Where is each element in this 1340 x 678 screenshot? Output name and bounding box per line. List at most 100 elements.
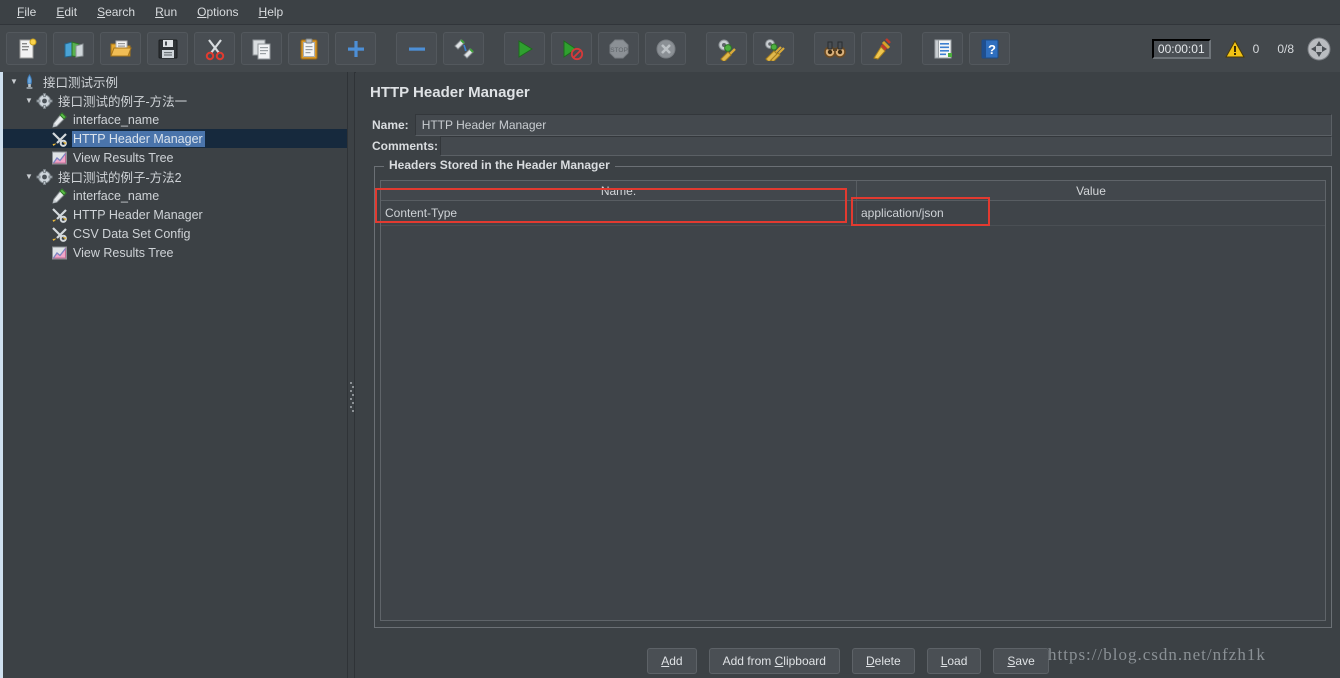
thread-group-gear-icon: [36, 92, 54, 109]
tree-expand-toggle-icon[interactable]: ▼: [22, 96, 36, 105]
name-input[interactable]: [414, 114, 1332, 136]
copy-icon: [250, 37, 274, 61]
menu-file[interactable]: File: [8, 2, 45, 22]
toggle-button[interactable]: [443, 32, 484, 65]
tree-node-thread-group-2[interactable]: ▼ 接口测试的例子-方法2: [3, 167, 347, 186]
save-headers-button[interactable]: Save: [993, 648, 1049, 674]
tree-node-label: View Results Tree: [73, 245, 174, 260]
thread-group-gear-icon: [36, 168, 54, 185]
sampler-pen-icon: [51, 187, 69, 204]
listener-chart-icon: [51, 245, 69, 261]
collapse-button[interactable]: [396, 32, 437, 65]
header-name-cell[interactable]: Content-Type: [381, 201, 857, 225]
shutdown-button[interactable]: [645, 32, 686, 65]
menu-search[interactable]: Search: [88, 2, 144, 22]
start-no-pauses-button[interactable]: [551, 32, 592, 65]
tree-node-sampler-1[interactable]: ▼ interface_name: [3, 110, 347, 129]
menu-help[interactable]: Help: [250, 2, 293, 22]
svg-text:?: ?: [988, 42, 996, 57]
search-button[interactable]: [814, 32, 855, 65]
plus-icon: [344, 37, 368, 61]
templates-icon: [62, 37, 86, 61]
page-title: HTTP Header Manager: [370, 84, 530, 101]
sampler-pen-icon: [51, 111, 69, 128]
column-header-name[interactable]: Name:: [381, 181, 857, 200]
start-button[interactable]: [504, 32, 545, 65]
column-header-value[interactable]: Value: [857, 181, 1325, 200]
tree-leaf-spacer: ▼: [37, 153, 51, 162]
tree-node-label: HTTP Header Manager: [72, 130, 205, 147]
expand-button[interactable]: [335, 32, 376, 65]
help-button[interactable]: ?: [969, 32, 1010, 65]
name-label: Name:: [370, 114, 415, 136]
connection-circle-icon[interactable]: [1306, 36, 1332, 62]
tree-leaf-spacer: ▼: [37, 115, 51, 124]
toggle-icon: [452, 37, 476, 61]
stop-button[interactable]: STOP: [598, 32, 639, 65]
function-helper-icon: [931, 37, 955, 61]
tree-node-sampler-2[interactable]: ▼ interface_name: [3, 186, 347, 205]
tree-node-header-manager-2[interactable]: ▼ HTTP Header Manager: [3, 205, 347, 224]
tree-expand-toggle-icon[interactable]: ▼: [7, 77, 21, 86]
templates-button[interactable]: [53, 32, 94, 65]
copy-button[interactable]: [241, 32, 282, 65]
tree-leaf-spacer: ▼: [37, 134, 51, 143]
headers-fieldset-legend: Headers Stored in the Header Manager: [384, 158, 615, 172]
shutdown-x-icon: [654, 37, 678, 61]
headers-table[interactable]: Name: Value Content-Type application/json: [380, 180, 1326, 621]
tree-expand-toggle-icon[interactable]: ▼: [22, 172, 36, 181]
menu-options[interactable]: Options: [188, 2, 247, 22]
menu-edit[interactable]: Edit: [47, 2, 86, 22]
tree-node-label: View Results Tree: [73, 150, 174, 165]
reset-search-button[interactable]: [861, 32, 902, 65]
clear-all-button[interactable]: [753, 32, 794, 65]
paste-button[interactable]: [288, 32, 329, 65]
tree-node-csv-data-set[interactable]: ▼ CSV Data Set Config: [3, 224, 347, 243]
name-row: Name:: [370, 114, 1332, 136]
tree-leaf-spacer: ▼: [37, 229, 51, 238]
warning-triangle-icon[interactable]: [1224, 39, 1245, 58]
save-button[interactable]: [147, 32, 188, 65]
headers-table-header: Name: Value: [381, 181, 1325, 201]
tree-node-label: 接口测试的例子-方法一: [58, 95, 188, 109]
new-button[interactable]: [6, 32, 47, 65]
stop-sign-icon: STOP: [607, 37, 631, 61]
clipboard-paste-icon: [297, 37, 321, 61]
tree-node-label: 接口测试示例: [43, 76, 119, 90]
tree-leaf-spacer: ▼: [37, 210, 51, 219]
comments-row: Comments:: [370, 136, 1332, 156]
binoculars-icon: [823, 37, 847, 61]
split-pane-divider[interactable]: [347, 72, 355, 678]
menu-run[interactable]: Run: [146, 2, 186, 22]
cut-button[interactable]: [194, 32, 235, 65]
add-button[interactable]: Add: [647, 648, 697, 674]
headers-table-body[interactable]: Content-Type application/json: [381, 201, 1325, 226]
load-button[interactable]: Load: [926, 648, 982, 674]
tree-leaf-spacer: ▼: [37, 191, 51, 200]
clear-button[interactable]: [706, 32, 747, 65]
function-helper-button[interactable]: [922, 32, 963, 65]
tree-node-view-results-2[interactable]: ▼ View Results Tree: [3, 243, 347, 262]
comments-input[interactable]: [440, 136, 1332, 156]
tree-node-label: 接口测试的例子-方法2: [58, 171, 182, 185]
comments-label: Comments:: [372, 139, 439, 153]
tree-node-test-plan[interactable]: ▼ 接口测试示例: [3, 72, 347, 91]
header-value-cell[interactable]: application/json: [857, 201, 1325, 225]
table-row[interactable]: Content-Type application/json: [381, 201, 1325, 226]
test-plan-tree[interactable]: ▼ 接口测试示例 ▼ 接口测试的例子-方法一 ▼ interface_name ▼ HTTP …: [0, 72, 347, 678]
config-wrench-icon: [51, 226, 69, 242]
add-from-clipboard-button[interactable]: Add from Clipboard: [708, 648, 840, 674]
active-thread-count: 0/8: [1277, 41, 1294, 56]
minus-icon: [405, 37, 429, 61]
tree-node-view-results-1[interactable]: ▼ View Results Tree: [3, 148, 347, 167]
tree-node-thread-group-1[interactable]: ▼ 接口测试的例子-方法一: [3, 91, 347, 110]
jmeter-feather-icon: [21, 73, 39, 90]
listener-chart-icon: [51, 150, 69, 166]
gear-broom-all-icon: [762, 37, 786, 61]
tree-node-header-manager-1[interactable]: ▼ HTTP Header Manager: [3, 129, 347, 148]
delete-button[interactable]: Delete: [851, 648, 915, 674]
scissors-icon: [203, 37, 227, 61]
play-no-pauses-icon: [560, 37, 584, 61]
open-button[interactable]: [100, 32, 141, 65]
divider-grip[interactable]: [350, 380, 354, 412]
